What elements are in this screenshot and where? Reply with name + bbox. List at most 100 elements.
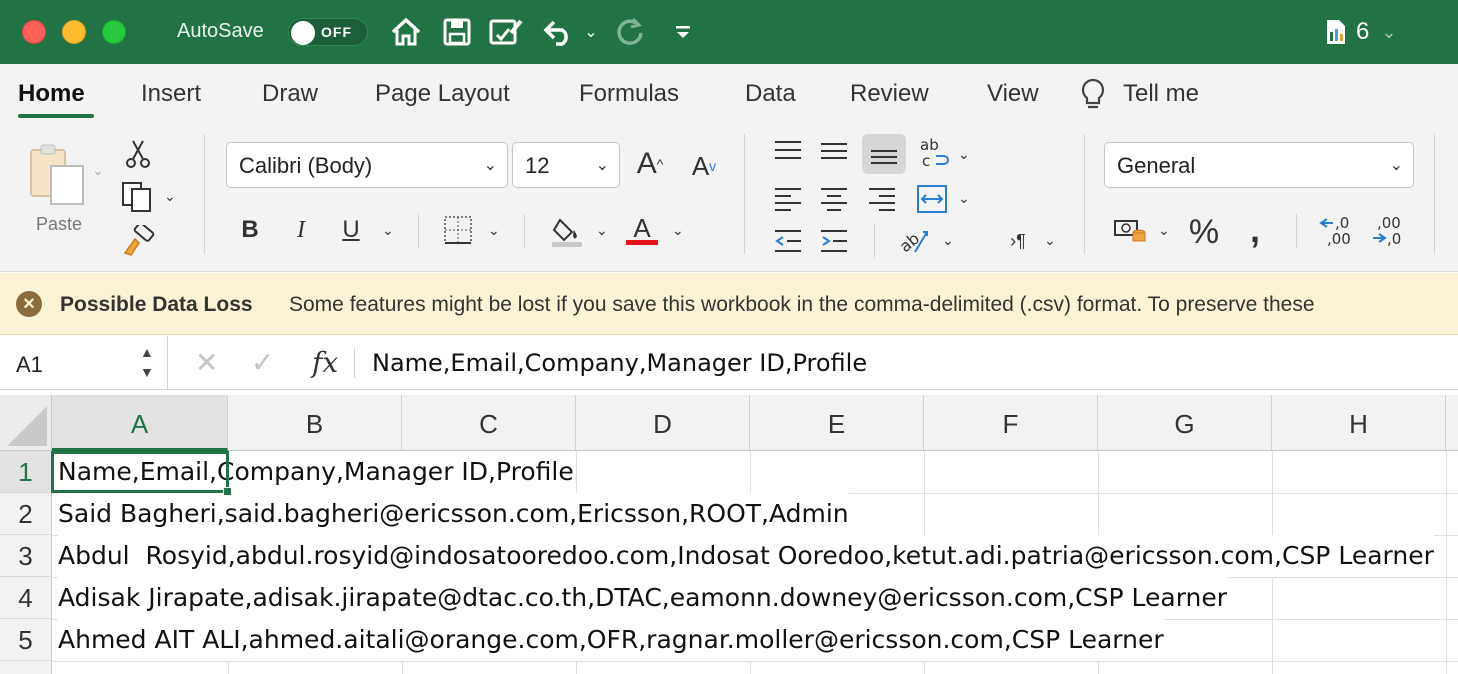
- cell-a2[interactable]: Said Bagheri,said.bagheri@ericsson.com,E…: [58, 493, 849, 535]
- enter-formula-icon[interactable]: ✓: [251, 346, 274, 379]
- decrease-font-size-icon[interactable]: Av: [686, 148, 722, 184]
- row-header-1[interactable]: 1: [0, 451, 52, 493]
- decrease-decimal-icon[interactable]: ,00,0: [1368, 212, 1410, 248]
- redo-icon[interactable]: [614, 14, 648, 50]
- align-right-icon[interactable]: [864, 182, 900, 216]
- text-direction-menu-chevron-icon[interactable]: ⌄: [1044, 232, 1056, 249]
- increase-font-size-icon[interactable]: A ^: [630, 144, 670, 184]
- fill-color-menu-chevron-icon[interactable]: ⌄: [596, 222, 608, 239]
- tab-insert[interactable]: Insert: [141, 80, 201, 108]
- fill-color-icon[interactable]: [548, 212, 586, 250]
- orientation-icon[interactable]: ab: [894, 224, 934, 258]
- column-header-g[interactable]: G: [1098, 395, 1272, 451]
- gridline: [52, 661, 1458, 662]
- format-painter-icon[interactable]: [120, 224, 156, 258]
- zoom-window-button[interactable]: [102, 20, 126, 44]
- undo-icon[interactable]: [541, 14, 575, 50]
- underline-menu-chevron-icon[interactable]: ⌄: [382, 222, 394, 239]
- spreadsheet-grid: A B C D E F G H 1 2 3 4 5 Name,Email,Com…: [0, 395, 1458, 674]
- ribbon-tabs: Home Insert Draw Page Layout Formulas Da…: [0, 64, 1458, 124]
- tab-formulas[interactable]: Formulas: [579, 80, 679, 108]
- increase-indent-icon[interactable]: [816, 224, 852, 258]
- wrap-text-icon[interactable]: ab c: [916, 134, 952, 174]
- paste-menu-chevron-icon[interactable]: ⌄: [92, 162, 104, 179]
- tab-tell-me[interactable]: Tell me: [1123, 80, 1199, 108]
- row-header-5[interactable]: 5: [0, 619, 52, 661]
- column-header-partial[interactable]: [1446, 395, 1458, 451]
- name-box-stepper-icon[interactable]: ▲ ▼: [140, 342, 154, 382]
- tab-page-layout[interactable]: Page Layout: [375, 80, 510, 108]
- text-direction-icon[interactable]: ›¶: [1000, 226, 1036, 256]
- tab-home[interactable]: Home: [18, 80, 85, 108]
- autosave-state: OFF: [321, 24, 352, 40]
- column-header-b[interactable]: B: [228, 395, 402, 451]
- cell-a5[interactable]: Ahmed AIT ALI,ahmed.aitali@orange.com,OF…: [58, 619, 1164, 661]
- autosave-toggle[interactable]: OFF: [288, 18, 368, 46]
- save-icon[interactable]: [440, 14, 474, 50]
- cell-a4[interactable]: Adisak Jirapate,adisak.jirapate@dtac.co.…: [58, 577, 1228, 619]
- row-header-2[interactable]: 2: [0, 493, 52, 535]
- tab-view[interactable]: View: [987, 80, 1039, 108]
- column-header-e[interactable]: E: [750, 395, 924, 451]
- bold-button[interactable]: B: [234, 212, 266, 248]
- comma-style-icon[interactable]: ,: [1240, 209, 1270, 250]
- document-menu-chevron-icon[interactable]: ⌄: [1378, 14, 1400, 50]
- name-box[interactable]: A1 ▲ ▼: [0, 336, 168, 390]
- formula-divider: [354, 348, 355, 378]
- accounting-menu-chevron-icon[interactable]: ⌄: [1158, 222, 1170, 239]
- column-header-c[interactable]: C: [402, 395, 576, 451]
- accounting-format-icon[interactable]: [1110, 214, 1150, 248]
- paste-icon[interactable]: [26, 140, 88, 208]
- svg-text:,00: ,00: [1327, 230, 1351, 247]
- italic-button[interactable]: I: [286, 212, 316, 248]
- borders-icon[interactable]: [440, 212, 476, 248]
- document-icon[interactable]: [1324, 14, 1348, 50]
- column-header-f[interactable]: F: [924, 395, 1098, 451]
- align-middle-icon[interactable]: [816, 134, 852, 168]
- wrap-text-menu-chevron-icon[interactable]: ⌄: [958, 146, 970, 163]
- merge-menu-chevron-icon[interactable]: ⌄: [958, 190, 970, 207]
- copy-icon[interactable]: [118, 180, 158, 214]
- font-name-select[interactable]: Calibri (Body) ⌄: [226, 142, 508, 188]
- font-color-menu-chevron-icon[interactable]: ⌄: [672, 222, 684, 239]
- percent-style-icon[interactable]: %: [1184, 212, 1224, 252]
- row-header-3[interactable]: 3: [0, 535, 52, 577]
- cut-scissors-icon[interactable]: [122, 138, 154, 170]
- align-left-icon[interactable]: [770, 182, 806, 216]
- edit-document-icon[interactable]: [487, 14, 525, 50]
- formula-input[interactable]: Name,Email,Company,Manager ID,Profile: [372, 349, 867, 377]
- number-format-select[interactable]: General ⌄: [1104, 142, 1414, 188]
- undo-menu-chevron-icon[interactable]: ⌄: [582, 14, 600, 50]
- select-all-triangle-icon: [7, 406, 47, 446]
- tab-draw[interactable]: Draw: [262, 80, 318, 108]
- cancel-formula-icon[interactable]: ✕: [195, 346, 218, 379]
- font-size-select[interactable]: 12 ⌄: [512, 142, 620, 188]
- align-bottom-icon[interactable]: [862, 134, 906, 174]
- column-header-h[interactable]: H: [1272, 395, 1446, 451]
- merge-center-icon[interactable]: [914, 182, 950, 216]
- cell-a3[interactable]: Abdul Rosyid,abdul.rosyid@indosatooredoo…: [58, 535, 1434, 577]
- select-all-button[interactable]: [0, 395, 52, 451]
- row-header-4[interactable]: 4: [0, 577, 52, 619]
- customize-toolbar-icon[interactable]: [672, 14, 694, 50]
- orientation-menu-chevron-icon[interactable]: ⌄: [942, 232, 954, 249]
- column-header-d[interactable]: D: [576, 395, 750, 451]
- increase-decimal-icon[interactable]: ,0,00: [1316, 212, 1358, 248]
- align-center-icon[interactable]: [816, 182, 852, 216]
- row-header-6[interactable]: [0, 661, 52, 674]
- dismiss-message-icon[interactable]: ×: [16, 291, 42, 317]
- formula-bar: A1 ▲ ▼ ✕ ✓ fx Name,Email,Company,Manager …: [0, 336, 1458, 390]
- align-top-icon[interactable]: [770, 134, 806, 168]
- home-icon[interactable]: [388, 14, 424, 50]
- decrease-indent-icon[interactable]: [770, 224, 806, 258]
- insert-function-icon[interactable]: fx: [312, 346, 338, 379]
- close-window-button[interactable]: [22, 20, 46, 44]
- column-header-a[interactable]: A: [52, 395, 228, 451]
- tab-review[interactable]: Review: [850, 80, 929, 108]
- copy-menu-chevron-icon[interactable]: ⌄: [164, 188, 176, 205]
- fill-handle[interactable]: [223, 487, 232, 496]
- underline-button[interactable]: U: [336, 212, 366, 248]
- minimize-window-button[interactable]: [62, 20, 86, 44]
- tab-data[interactable]: Data: [745, 80, 796, 108]
- borders-menu-chevron-icon[interactable]: ⌄: [488, 222, 500, 239]
